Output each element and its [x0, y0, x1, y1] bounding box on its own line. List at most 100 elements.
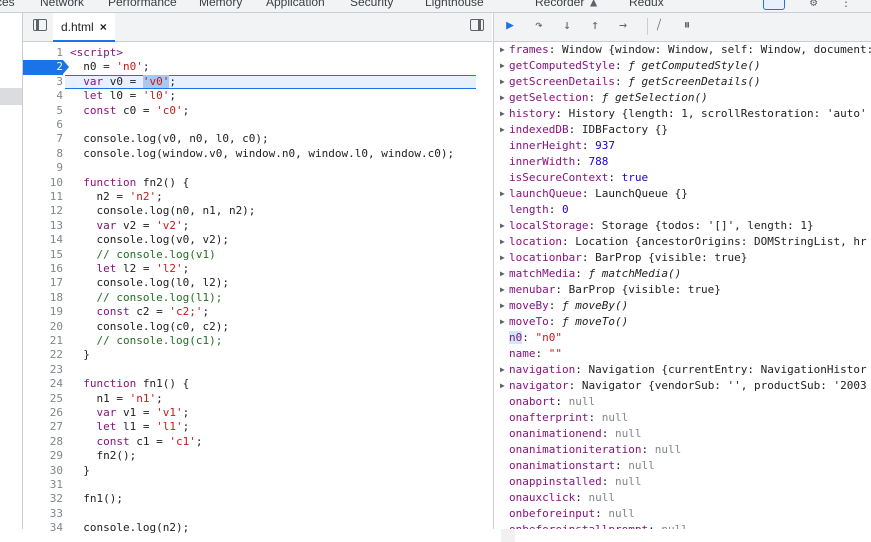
line-number[interactable]: 30	[23, 464, 63, 478]
line-number[interactable]: 25	[23, 392, 63, 406]
line-number[interactable]: 21	[23, 334, 63, 348]
scope-property-name[interactable]: name: ""	[509, 346, 562, 362]
breakpoint-line-number[interactable]: 2	[23, 60, 69, 75]
scope-property-matchMedia[interactable]: ▶ matchMedia: ƒ matchMedia()	[500, 266, 681, 282]
code-line[interactable]: console.log(v0, n0, l0, c0);	[70, 132, 268, 146]
scope-property-onabort[interactable]: onabort: null	[509, 394, 595, 410]
toggle-navigator-icon[interactable]	[33, 19, 47, 31]
tab-memory[interactable]: Memory	[199, 0, 242, 9]
line-number[interactable]: 5	[23, 104, 63, 118]
tab-network[interactable]: Network	[40, 0, 84, 9]
code-line[interactable]: n2 = 'n2';	[70, 190, 162, 204]
scope-property-menubar[interactable]: ▶ menubar: BarProp {visible: true}	[500, 282, 721, 298]
code-line[interactable]: // console.log(l1);	[70, 291, 223, 305]
expand-arrow-icon[interactable]: ▶	[500, 186, 505, 202]
step-icon[interactable]: →	[615, 18, 631, 34]
expand-arrow-icon[interactable]: ▶	[500, 282, 505, 298]
line-number[interactable]: 26	[23, 406, 63, 420]
expand-arrow-icon[interactable]: ▶	[500, 58, 505, 74]
expand-arrow-icon[interactable]: ▶	[500, 106, 505, 122]
expand-arrow-icon[interactable]: ▶	[500, 298, 505, 314]
tab-recorder[interactable]: Recorder	[535, 0, 584, 9]
code-line[interactable]: let l2 = 'l2';	[70, 262, 190, 276]
code-line[interactable]: <script>	[70, 46, 123, 60]
code-line[interactable]: // console.log(v1)	[70, 248, 216, 262]
line-number[interactable]: 13	[23, 219, 63, 233]
tab-application[interactable]: Application	[266, 0, 325, 9]
code-line[interactable]: function fn1() {	[70, 377, 189, 391]
line-number[interactable]: 32	[23, 492, 63, 506]
code-line[interactable]: n0 = 'n0';	[70, 60, 149, 74]
navigator-selected-item[interactable]	[0, 88, 22, 105]
expand-arrow-icon[interactable]: ▶	[500, 250, 505, 266]
code-line[interactable]: let l0 = 'l0';	[70, 89, 176, 103]
deactivate-breakpoints-icon[interactable]: ⧸	[651, 18, 667, 34]
code-line[interactable]: }	[70, 348, 90, 362]
line-number[interactable]: 11	[23, 190, 63, 204]
tab-performance[interactable]: Performance	[108, 0, 177, 9]
line-number[interactable]: 8	[23, 147, 63, 161]
expand-arrow-icon[interactable]: ▶	[500, 266, 505, 282]
line-number[interactable]: 12	[23, 204, 63, 218]
scope-property-onafterprint[interactable]: onafterprint: null	[509, 410, 628, 426]
line-number[interactable]: 31	[23, 478, 63, 492]
code-line[interactable]: // console.log(c1);	[70, 334, 223, 348]
scope-property-isSecureContext[interactable]: isSecureContext: true	[509, 170, 648, 186]
line-number[interactable]: 22	[23, 348, 63, 362]
line-number[interactable]: 23	[23, 363, 63, 377]
step-into-icon[interactable]: ↓	[559, 18, 575, 34]
close-icon[interactable]: ×	[100, 20, 107, 34]
line-number[interactable]: 34	[23, 521, 63, 535]
scope-property-launchQueue[interactable]: ▶ launchQueue: LaunchQueue {}	[500, 186, 688, 202]
expand-arrow-icon[interactable]: ▶	[500, 42, 505, 58]
line-number[interactable]: 4	[23, 89, 63, 103]
code-line[interactable]: }	[70, 464, 90, 478]
code-line[interactable]: console.log(l0, l2);	[70, 276, 228, 290]
line-number[interactable]: 28	[23, 435, 63, 449]
code-line[interactable]: console.log(c0, c2);	[70, 320, 228, 334]
expand-arrow-icon[interactable]: ▶	[500, 362, 505, 378]
scope-property-getScreenDetails[interactable]: ▶ getScreenDetails: ƒ getScreenDetails()	[500, 74, 761, 90]
scope-property-onanimationend[interactable]: onanimationend: null	[509, 426, 641, 442]
code-line[interactable]: const c2 = 'c2;';	[70, 305, 210, 319]
scope-property-innerHeight[interactable]: innerHeight: 937	[509, 138, 615, 154]
step-over-icon[interactable]: ↷	[531, 18, 547, 34]
scope-property-onanimationiteration[interactable]: onanimationiteration: null	[509, 442, 681, 458]
code-line[interactable]: console.log(n2);	[70, 521, 189, 535]
line-number[interactable]: 27	[23, 420, 63, 434]
more-options-icon[interactable]: ⋮	[840, 0, 852, 9]
issues-badge[interactable]	[763, 0, 785, 10]
code-line[interactable]: console.log(window.v0, window.n0, window…	[70, 147, 454, 161]
code-line[interactable]: var v1 = 'v1';	[70, 406, 190, 420]
line-number[interactable]: 16	[23, 262, 63, 276]
scope-property-n0[interactable]: n0: "n0"	[509, 330, 562, 346]
code-line[interactable]: const c1 = 'c1';	[70, 435, 203, 449]
line-number[interactable]: 1	[23, 46, 63, 60]
scope-property-frames[interactable]: ▶ frames: Window {window: Window, self: W…	[500, 42, 871, 58]
pause-on-exceptions-icon[interactable]: ⏸	[679, 18, 695, 34]
expand-arrow-icon[interactable]: ▶	[500, 234, 505, 250]
tab-redux[interactable]: Redux	[629, 0, 664, 9]
expand-arrow-icon[interactable]: ▶	[500, 314, 505, 330]
scope-property-onauxclick[interactable]: onauxclick: null	[509, 490, 615, 506]
line-number[interactable]: 17	[23, 276, 63, 290]
code-line[interactable]: fn1();	[70, 492, 123, 506]
expand-arrow-icon[interactable]: ▶	[500, 74, 505, 90]
tab-lighthouse[interactable]: Lighthouse	[425, 0, 484, 9]
line-number[interactable]: 3	[23, 75, 63, 89]
code-line[interactable]: n1 = 'n1';	[70, 392, 162, 406]
code-line[interactable]: fn2();	[70, 449, 136, 463]
line-number[interactable]: 9	[23, 161, 63, 175]
line-number[interactable]: 20	[23, 320, 63, 334]
scope-property-navigation[interactable]: ▶ navigation: Navigation {currentEntry: N…	[500, 362, 867, 378]
scope-property-localStorage[interactable]: ▶ localStorage: Storage {todos: '[]', len…	[500, 218, 814, 234]
scope-property-onappinstalled[interactable]: onappinstalled: null	[509, 474, 641, 490]
code-line[interactable]: console.log(v0, v2);	[70, 233, 228, 247]
code-line[interactable]: const c0 = 'c0';	[70, 104, 189, 118]
scope-property-moveBy[interactable]: ▶ moveBy: ƒ moveBy()	[500, 298, 628, 314]
scope-property-onbeforeinstallprompt[interactable]: onbeforeinstallprompt: null	[509, 522, 688, 529]
expand-arrow-icon[interactable]: ▶	[500, 122, 505, 138]
file-tab-d-html[interactable]: d.html ×	[53, 13, 115, 42]
scope-property-history[interactable]: ▶ history: History {length: 1, scrollRest…	[500, 106, 867, 122]
line-number[interactable]: 18	[23, 291, 63, 305]
